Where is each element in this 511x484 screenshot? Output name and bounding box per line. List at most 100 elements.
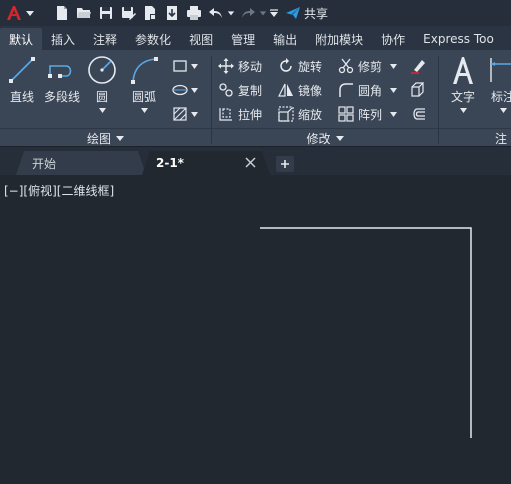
arc-button[interactable]: 圆弧 bbox=[128, 54, 160, 113]
tab-parametric[interactable]: 参数化 bbox=[126, 28, 180, 50]
line-button[interactable]: 直线 bbox=[6, 54, 38, 105]
hatch-icon bbox=[173, 107, 187, 121]
text-label: 文字 bbox=[450, 90, 475, 104]
modify-group: 移动 旋转 修剪 复制 镜像 圆角 拉伸 缩放 阵列 修改 bbox=[212, 50, 438, 147]
plot-printer-icon[interactable] bbox=[183, 2, 205, 24]
redo-dropdown-icon[interactable] bbox=[259, 8, 267, 18]
tab-collaborate[interactable]: 协作 bbox=[372, 28, 414, 50]
dimension-dropdown-icon[interactable] bbox=[499, 108, 507, 113]
import-icon[interactable] bbox=[161, 2, 183, 24]
arc-label: 圆弧 bbox=[131, 90, 156, 104]
scale-button[interactable]: 缩放 bbox=[278, 104, 322, 124]
annotation-title-label: 注 bbox=[494, 131, 507, 146]
save-icon[interactable] bbox=[95, 2, 117, 24]
array-label: 阵列 bbox=[358, 107, 383, 122]
rectangle-button[interactable] bbox=[172, 56, 198, 76]
rotate-button[interactable]: 旋转 bbox=[278, 56, 322, 76]
line-label: 直线 bbox=[9, 90, 34, 104]
hatch-dropdown-icon[interactable] bbox=[191, 111, 198, 117]
trim-label: 修剪 bbox=[358, 59, 383, 74]
new-tab-button[interactable] bbox=[276, 156, 294, 172]
offset-button[interactable] bbox=[410, 104, 426, 124]
rectangle-icon bbox=[173, 60, 187, 72]
drawing-canvas[interactable] bbox=[0, 175, 511, 484]
annotation-group-title[interactable]: 注 bbox=[439, 128, 511, 147]
tab-view[interactable]: 视图 bbox=[180, 28, 222, 50]
dimension-button[interactable]: 标注 bbox=[487, 54, 511, 113]
explode-button[interactable] bbox=[410, 80, 426, 100]
trim-dropdown-icon[interactable] bbox=[390, 63, 398, 69]
mirror-label: 镜像 bbox=[298, 83, 323, 98]
eraser-icon bbox=[411, 60, 425, 74]
polyline-icon bbox=[48, 65, 72, 78]
chevron-down-icon[interactable] bbox=[25, 8, 35, 18]
tab-default[interactable]: 默认 bbox=[0, 28, 43, 50]
draw-title-label: 绘图 bbox=[86, 131, 111, 146]
array-button[interactable]: 阵列 bbox=[338, 104, 398, 124]
close-icon[interactable] bbox=[245, 157, 256, 168]
plus-icon bbox=[281, 160, 289, 168]
rectangle-dropdown-icon[interactable] bbox=[191, 63, 198, 69]
mirror-button[interactable]: 镜像 bbox=[278, 80, 322, 100]
save-as-icon[interactable] bbox=[117, 2, 139, 24]
open-folder-icon[interactable] bbox=[73, 2, 95, 24]
undo-dropdown-icon[interactable] bbox=[227, 8, 235, 18]
trim-button[interactable]: 修剪 bbox=[338, 56, 398, 76]
undo-icon[interactable] bbox=[205, 2, 227, 24]
hatch-button[interactable] bbox=[172, 104, 198, 124]
text-a-icon bbox=[453, 57, 473, 84]
share-icon bbox=[286, 7, 300, 19]
arc-dropdown-icon[interactable] bbox=[140, 108, 148, 113]
fillet-icon bbox=[339, 83, 353, 97]
ellipse-button[interactable] bbox=[172, 80, 198, 100]
stretch-button[interactable]: 拉伸 bbox=[218, 104, 262, 124]
fillet-button[interactable]: 圆角 bbox=[338, 80, 398, 100]
ellipse-icon bbox=[172, 84, 188, 96]
quick-access-toolbar: 共享 bbox=[0, 0, 511, 26]
erase-button[interactable] bbox=[410, 56, 426, 76]
move-button[interactable]: 移动 bbox=[218, 56, 262, 76]
text-button[interactable]: 文字 bbox=[447, 54, 479, 113]
doc-tab-start[interactable]: 开始 bbox=[16, 151, 146, 175]
offset-icon bbox=[413, 108, 425, 120]
tab-express-tools[interactable]: Express Too bbox=[414, 28, 503, 50]
customize-toolbar-icon[interactable] bbox=[269, 8, 279, 18]
draw-group: 直线 多段线 圆 圆弧 绘图 bbox=[0, 50, 211, 147]
draw-group-title[interactable]: 绘图 bbox=[0, 128, 211, 147]
drawn-polyline[interactable] bbox=[260, 227, 472, 438]
line-icon bbox=[9, 57, 35, 83]
copy-button[interactable]: 复制 bbox=[218, 80, 262, 100]
new-file-icon[interactable] bbox=[51, 2, 73, 24]
circle-button[interactable]: 圆 bbox=[86, 54, 118, 113]
array-dropdown-icon[interactable] bbox=[390, 111, 398, 117]
dimension-label: 标注 bbox=[490, 90, 511, 104]
tab-add-ins[interactable]: 附加模块 bbox=[306, 28, 372, 50]
fillet-label: 圆角 bbox=[358, 83, 383, 98]
move-icon bbox=[218, 58, 234, 74]
tab-output[interactable]: 输出 bbox=[264, 28, 306, 50]
tab-insert[interactable]: 插入 bbox=[42, 28, 84, 50]
draw-expand-icon bbox=[116, 136, 124, 141]
share-label: 共享 bbox=[304, 6, 329, 21]
doc-tab-current[interactable]: 2-1* bbox=[142, 151, 270, 175]
fillet-dropdown-icon[interactable] bbox=[390, 87, 398, 93]
text-dropdown-icon[interactable] bbox=[459, 108, 467, 113]
ellipse-dropdown-icon[interactable] bbox=[191, 87, 198, 93]
publish-icon[interactable] bbox=[139, 2, 161, 24]
autocad-logo-icon[interactable] bbox=[3, 2, 25, 24]
doc-tab-current-label: 2-1* bbox=[156, 156, 184, 170]
polyline-button[interactable]: 多段线 bbox=[44, 54, 80, 105]
share-button[interactable]: 共享 bbox=[285, 5, 328, 22]
circle-icon bbox=[88, 56, 116, 84]
circle-dropdown-icon[interactable] bbox=[98, 108, 106, 113]
arc-icon bbox=[131, 57, 158, 84]
stretch-label: 拉伸 bbox=[238, 107, 263, 122]
move-label: 移动 bbox=[238, 59, 263, 74]
tab-annotate[interactable]: 注释 bbox=[84, 28, 126, 50]
tab-manage[interactable]: 管理 bbox=[222, 28, 264, 50]
modify-group-title[interactable]: 修改 bbox=[212, 128, 438, 147]
explode-icon bbox=[411, 82, 424, 97]
redo-icon[interactable] bbox=[237, 2, 259, 24]
drawing-viewport[interactable]: [−][俯视][二维线框] bbox=[0, 175, 511, 484]
scale-icon bbox=[278, 106, 294, 122]
